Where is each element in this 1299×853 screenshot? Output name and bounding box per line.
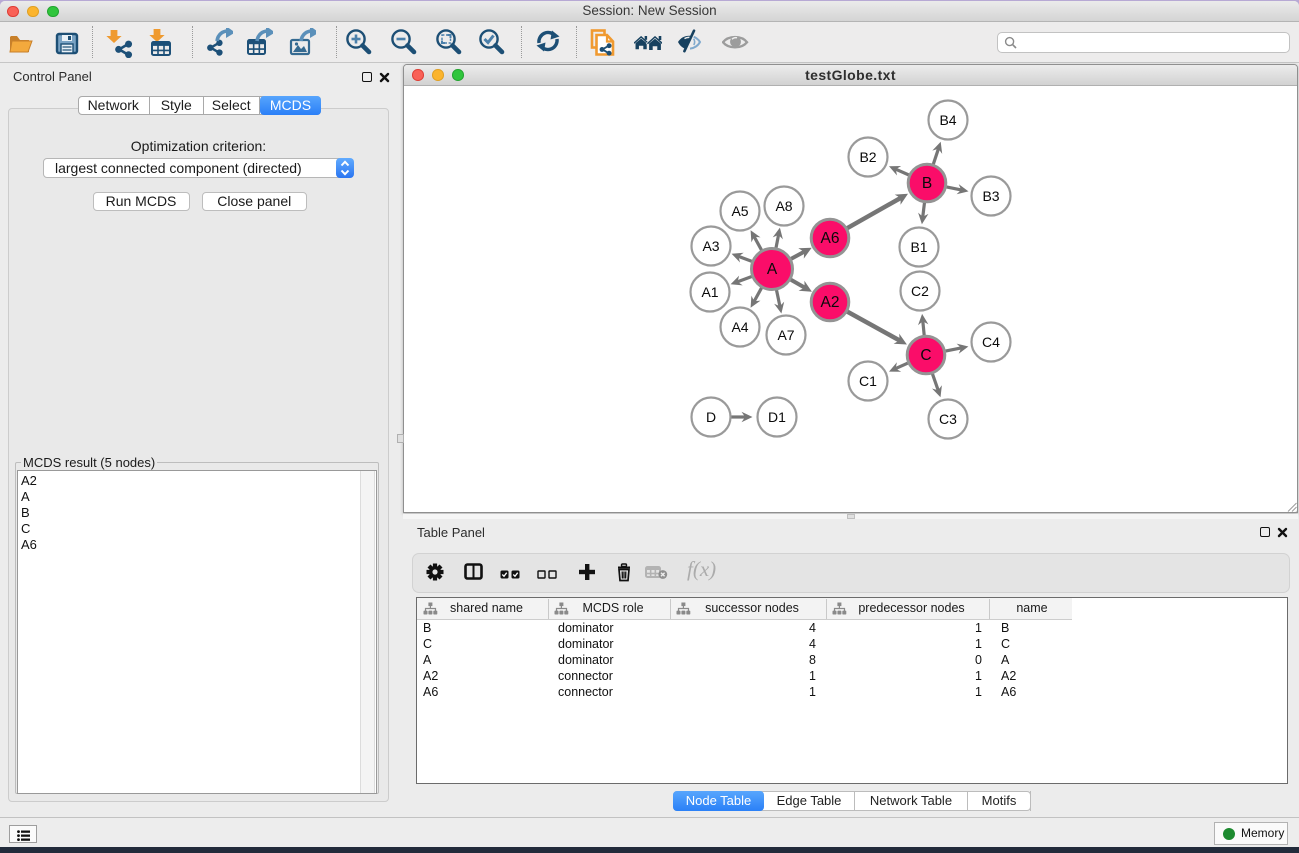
svg-text:A6: A6 [821, 230, 840, 247]
svg-text:C3: C3 [939, 411, 957, 427]
svg-text:A4: A4 [731, 319, 748, 335]
svg-text:A3: A3 [702, 238, 719, 254]
svg-text:A2: A2 [821, 294, 840, 311]
svg-text:A: A [767, 261, 778, 278]
svg-text:D1: D1 [768, 409, 786, 425]
svg-text:B2: B2 [859, 149, 876, 165]
svg-text:B3: B3 [982, 188, 999, 204]
svg-text:B: B [922, 175, 932, 192]
svg-text:C2: C2 [911, 283, 929, 299]
svg-text:C4: C4 [982, 334, 1000, 350]
svg-text:C1: C1 [859, 373, 877, 389]
svg-text:A8: A8 [775, 198, 792, 214]
svg-text:C: C [920, 347, 931, 364]
svg-text:A7: A7 [777, 327, 794, 343]
svg-text:B4: B4 [939, 112, 956, 128]
svg-text:B1: B1 [910, 239, 927, 255]
svg-text:D: D [706, 409, 716, 425]
svg-text:A1: A1 [701, 284, 718, 300]
svg-text:A5: A5 [731, 203, 748, 219]
